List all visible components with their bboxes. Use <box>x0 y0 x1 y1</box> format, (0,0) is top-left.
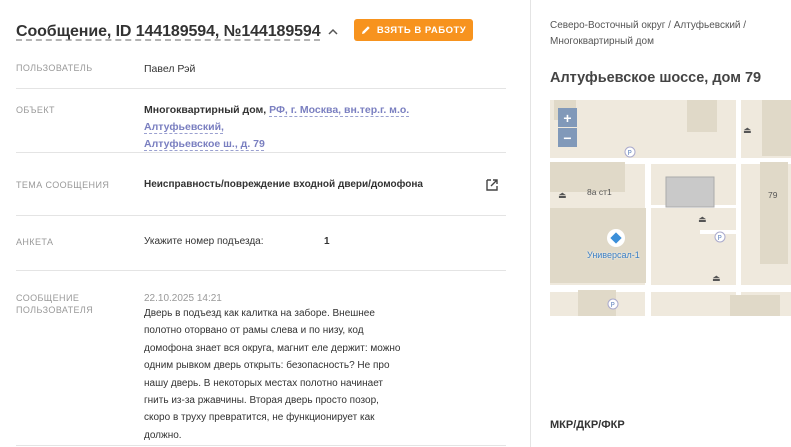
topic-label: ТЕМА СООБЩЕНИЯ <box>16 180 110 190</box>
divider <box>16 215 506 216</box>
map-label-79: 79 <box>768 190 778 200</box>
svg-text:⏏: ⏏ <box>743 126 752 136</box>
svg-text:P: P <box>611 301 615 309</box>
user-value: Павел Рэй <box>144 63 196 75</box>
message-line: Дверь в подъезд как калитка на заборе. В… <box>144 308 375 319</box>
map-poi-label[interactable]: Универсал-1 <box>587 250 640 260</box>
form-label: АНКЕТА <box>16 237 54 247</box>
message-line: гнить из-за ржавчины. Вторая дверь прост… <box>144 395 379 407</box>
object-address-link-2[interactable]: Алтуфьевское ш., д. 79 <box>144 138 265 150</box>
mkr-section-title: МКР/ДКР/ФКР <box>550 419 625 431</box>
topic-value: Неисправность/повреждение входной двери/… <box>144 179 423 190</box>
divider <box>16 88 506 89</box>
svg-text:P: P <box>628 149 632 157</box>
pencil-icon <box>361 26 370 34</box>
svg-text:⏏: ⏏ <box>712 274 721 284</box>
message-line: должно. <box>144 429 182 441</box>
object-value: Многоквартирный дом, РФ, г. Москва, вн.т… <box>144 102 484 153</box>
form-answer: 1 <box>324 236 330 247</box>
message-line: домофона знает вся округа, магнит еле де… <box>144 342 401 354</box>
chevron-up-icon[interactable] <box>327 26 339 38</box>
location-panel: Северо-Восточный округ / Алтуфьевский / … <box>531 0 791 447</box>
map[interactable]: ⏏ ⏏ ⏏ ⏏ P P P 8а ст1 79 Универсал-1 + − <box>550 100 791 316</box>
message-line: одним рывком дверь открыть: безопасность… <box>144 360 390 372</box>
svg-text:⏏: ⏏ <box>698 215 707 225</box>
message-panel: Сообщение, ID 144189594, №144189594 ВЗЯТ… <box>0 0 530 447</box>
message-line: полотно оторвано от рамы слева и по низу… <box>144 325 364 337</box>
message-line: нашу дверь. В некоторых местах полотно н… <box>144 377 384 389</box>
divider <box>16 445 506 446</box>
svg-text:⏏: ⏏ <box>558 191 567 201</box>
message-line: скоро в труху превратится, не функционир… <box>144 412 375 424</box>
map-label-8a: 8а ст1 <box>587 187 612 197</box>
address-title: Алтуфьевское шоссе, дом 79 <box>550 70 762 86</box>
object-type: Многоквартирный дом, <box>144 104 267 116</box>
take-to-work-button[interactable]: ВЗЯТЬ В РАБОТУ <box>354 19 473 41</box>
form-question: Укажите номер подъезда: <box>144 236 264 247</box>
object-label: ОБЪЕКТ <box>16 105 55 115</box>
svg-text:P: P <box>718 234 722 242</box>
breadcrumb-line[interactable]: Северо-Восточный округ / Алтуфьевский / <box>550 20 746 31</box>
take-to-work-label: ВЗЯТЬ В РАБОТУ <box>376 24 467 36</box>
breadcrumb: Северо-Восточный округ / Алтуфьевский / … <box>550 18 780 50</box>
breadcrumb-line[interactable]: Многоквартирный дом <box>550 36 654 47</box>
external-link-icon[interactable] <box>484 177 500 193</box>
user-label: ПОЛЬЗОВАТЕЛЬ <box>16 63 93 73</box>
zoom-in-button[interactable]: + <box>558 108 577 127</box>
divider <box>16 152 506 153</box>
zoom-out-button[interactable]: − <box>558 128 577 147</box>
title-row: Сообщение, ID 144189594, №144189594 <box>16 18 339 46</box>
map-canvas: ⏏ ⏏ ⏏ ⏏ P P P <box>550 100 791 316</box>
message-text: Дверь в подъезд как калитка на заборе. В… <box>144 305 401 444</box>
message-title[interactable]: Сообщение, ID 144189594, №144189594 <box>16 23 321 41</box>
message-label: СООБЩЕНИЕ ПОЛЬЗОВАТЕЛЯ <box>16 293 94 315</box>
divider <box>16 270 506 271</box>
